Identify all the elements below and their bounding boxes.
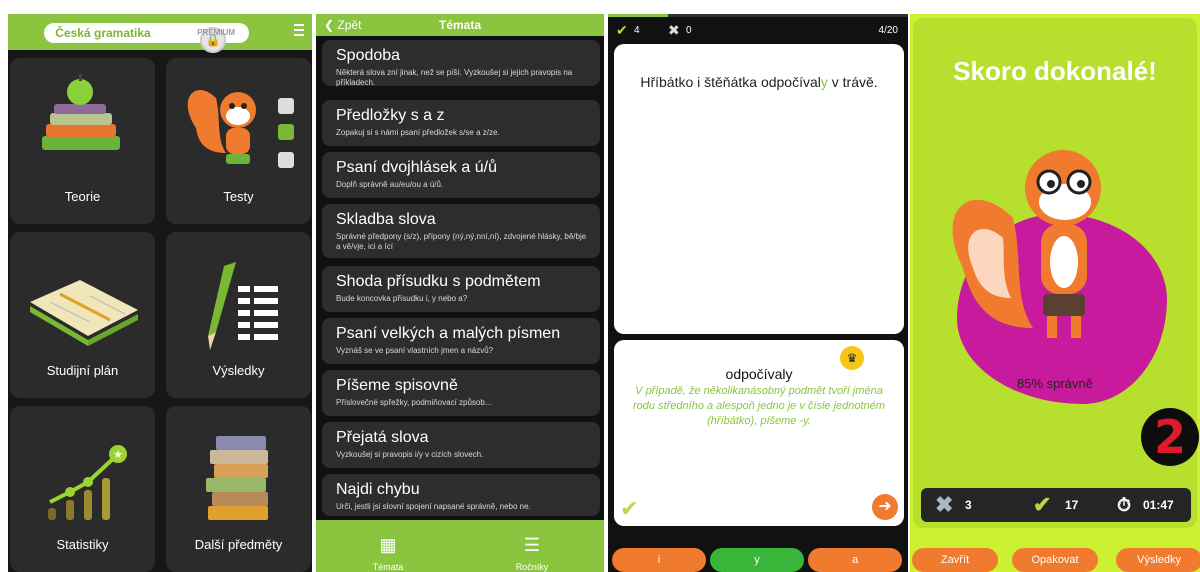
topic-title: Předložky s a z [336,107,445,124]
topic-item[interactable]: Najdi chybu Urči, jestli jsi slovní spoj… [322,474,600,516]
list-icon: ☰ [523,535,541,555]
tab-rocniky[interactable]: ☰ Ročníky [460,520,604,572]
tab-label: Témata [372,562,404,572]
results-button[interactable]: Výsledky [1116,548,1200,572]
tile-label: Další předměty [194,537,283,552]
explanation-text: V případě, že několikanásobný podmět tvo… [633,385,885,427]
topic-desc: Správné předpony (s/z), přípony (ný,ný,n… [336,232,587,251]
answer-word: odpočívaly [725,366,793,382]
grid-icon: ▦ [379,535,397,555]
tile-testy[interactable]: Testy [166,58,311,224]
wrong-total: 3 [965,498,972,512]
topic-item[interactable]: Spodoba Některá slova zní jinak, než se … [322,40,600,87]
topic-desc: Příslovečné spřežky, podmiňovací způsob.… [336,398,492,407]
topic-title: Psaní dvojhlásek a ú/ů [336,159,497,176]
quiz-screen: ✔ 4 ✖ 0 4/20 Hříbátko i štěňátka odpočív… [608,14,908,572]
chart-growth-icon: ★ [48,445,127,520]
arrow-right-icon: ➜ [878,498,892,515]
tile-label: Teorie [64,189,101,204]
topic-item[interactable]: Přejatá slova Vyzkoušej si pravopis i/y … [322,422,600,468]
topic-desc: Některá slova zní jinak, než se píší. Vy… [336,68,573,87]
result-stats: ✖ 3 ✔ 17 ⏱ 01:47 [921,488,1191,522]
topic-item[interactable]: Shoda přísudku s podmětem Bude koncovka … [322,266,600,312]
option-button[interactable]: i [612,548,706,572]
option-button[interactable]: a [808,548,902,572]
option-button[interactable]: y [710,548,804,572]
topic-title: Přejatá slova [336,429,429,446]
correct-total: 17 [1065,498,1079,512]
topic-title: Spodoba [336,47,401,64]
question-card: Hříbátko i štěňátka odpočívaly v trávě. [614,44,904,334]
quiz-header: ✔ 4 ✖ 0 4/20 [608,14,908,44]
premium-label[interactable]: PREMIUM [197,23,235,43]
svg-text:★: ★ [113,448,123,461]
close-button[interactable]: Zavřít [912,548,998,572]
question-gap: y [820,74,828,90]
elapsed-time: 01:47 [1143,498,1174,512]
stopwatch-icon: ⏱ [1117,495,1132,515]
cross-icon: ✖ [935,492,954,517]
topic-item[interactable]: Psaní velkých a malých písmen Vyznáš se … [322,318,600,364]
home-header: Česká gramatika 🔒 PREMIUM [8,14,312,53]
pencil-list-icon [208,262,278,350]
tile-label: Výsledky [212,363,265,378]
topic-title: Psaní velkých a malých písmen [336,325,561,342]
check-icon: ✔ [620,496,639,521]
tile-label: Testy [223,189,254,204]
topic-desc: Vyznáš se ve psaní vlastních jmen a názv… [336,346,494,355]
wrong-count: 0 [686,25,692,36]
tab-temata[interactable]: ▦ Témata [316,520,460,572]
question-after: v trávě. [827,74,878,90]
menu-icon[interactable] [294,24,304,39]
topics-header: ❮ Zpět Témata [316,14,604,36]
result-card: Skoro dokonalé! 85% správně 2 ✖ 3 ✔ 17 ⏱… [913,18,1199,528]
cross-icon: ✖ [668,22,680,38]
tile-statistiky[interactable]: ★ Statistiky [10,406,155,572]
edition-switch[interactable]: Česká gramatika 🔒 PREMIUM [44,23,249,53]
result-screen: Skoro dokonalé! 85% správně 2 ✖ 3 ✔ 17 ⏱… [910,14,1200,572]
topic-title: Skladba slova [336,211,436,228]
topic-title: Píšeme spisovně [336,377,458,394]
topic-item[interactable]: Skladba slova Správné předpony (s/z), př… [322,204,600,258]
notebook-icon [30,280,138,346]
topic-desc: Urči, jestli jsi slovní spojení napsané … [336,502,531,511]
tile-studijni-plan[interactable]: Studijní plán [10,232,155,398]
tile-teorie[interactable]: Teorie [10,58,155,224]
topic-desc: Zopakuj si s námi psaní předložek s/se a… [336,128,500,137]
question-progress: 4/20 [878,25,898,36]
topic-desc: Bude koncovka přísudku i, y nebo a? [336,294,468,303]
result-headline: Skoro dokonalé! [953,56,1157,86]
tile-vysledky[interactable]: Výsledky [166,232,311,398]
topic-item[interactable]: Píšeme spisovně Příslovečné spřežky, pod… [322,370,600,416]
topic-title: Shoda přísudku s podmětem [336,273,541,290]
repeat-button[interactable]: Opakovat [1012,548,1098,572]
topic-title: Najdi chybu [336,481,420,498]
next-button[interactable]: ➜ [872,494,898,520]
grade-badge: 2 [1141,408,1199,466]
answer-card: ♛ odpočívaly V případě, že několikanásob… [614,340,904,526]
question-before: Hříbátko i štěňátka odpočíval [640,74,821,90]
page-title: Témata [438,18,482,32]
squirrel-checklist-icon [187,89,294,168]
percent-correct: 85% správně [1017,376,1093,391]
book-stack-icon [206,436,268,520]
tile-label: Statistiky [56,537,109,552]
tile-dalsi-predmety[interactable]: Další předměty [166,406,311,572]
topic-item[interactable]: Psaní dvojhlásek a ú/ů Doplň správně au/… [322,152,600,198]
topic-desc: Doplň správně au/eu/ou a ú/ů. [336,180,444,189]
topic-desc: Vyzkoušej si pravopis i/y v cizích slove… [336,450,484,459]
tab-bar: ▦ Témata ☰ Ročníky [316,520,604,572]
tile-label: Studijní plán [46,363,119,378]
tab-label: Ročníky [515,562,549,572]
topics-screen: ❮ Zpět Témata Spodoba Některá slova zní … [316,14,604,572]
question-text: Hříbátko i štěňátka odpočívaly v trávě. [614,74,904,90]
topic-item[interactable]: Předložky s a z Zopakuj si s námi psaní … [322,100,600,146]
squirrel-mascot-icon [952,150,1101,338]
books-apple-icon [42,74,120,150]
check-icon: ✔ [616,22,628,38]
home-screen: Česká gramatika 🔒 PREMIUM Teorie Testy S… [8,14,312,572]
check-icon: ✔ [1033,492,1052,517]
correct-count: 4 [634,25,640,36]
brand-label[interactable]: Česká gramatika [44,23,162,43]
